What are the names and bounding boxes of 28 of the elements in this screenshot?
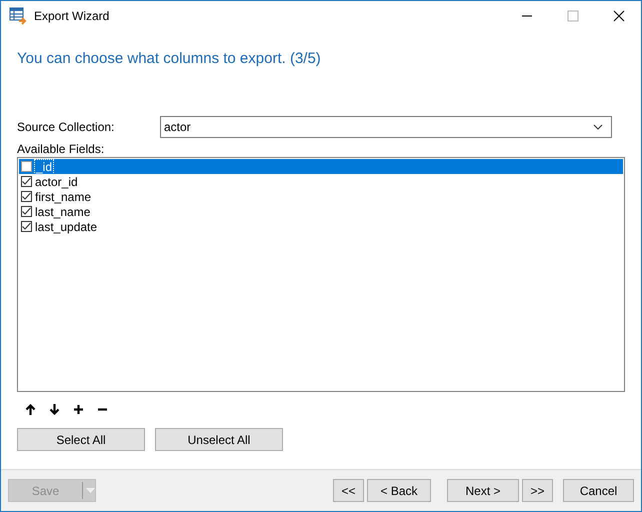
cancel-button[interactable]: Cancel xyxy=(563,479,634,502)
back-button[interactable]: < Back xyxy=(367,479,431,502)
step-heading: You can choose what columns to export. (3/5) xyxy=(17,50,322,69)
fields-label: Available Fields: xyxy=(17,142,106,156)
checkbox[interactable] xyxy=(21,176,32,187)
field-item[interactable]: actor_id xyxy=(19,174,623,189)
checkbox[interactable] xyxy=(21,221,32,232)
source-label: Source Collection: xyxy=(17,120,116,134)
first-button[interactable]: << xyxy=(333,479,364,502)
checkbox[interactable] xyxy=(21,191,32,202)
field-item[interactable]: _id xyxy=(19,159,623,174)
arrow-up-icon[interactable] xyxy=(25,404,36,415)
window-title: Export Wizard xyxy=(34,9,110,23)
table-icon xyxy=(9,7,27,25)
last-button[interactable]: >> xyxy=(522,479,553,502)
checkbox[interactable] xyxy=(21,206,32,217)
close-icon[interactable] xyxy=(613,10,625,22)
source-dropdown[interactable]: actor xyxy=(160,116,612,138)
chevron-icon xyxy=(593,124,603,130)
select-all-button[interactable]: Select All xyxy=(17,428,145,451)
checkbox[interactable] xyxy=(21,161,32,172)
arrow-down-icon[interactable] xyxy=(49,404,60,415)
plus-icon[interactable] xyxy=(73,404,84,415)
next-button[interactable]: Next > xyxy=(447,479,519,502)
unselect-all-button[interactable]: Unselect All xyxy=(155,428,283,451)
field-item[interactable]: last_update xyxy=(19,219,623,234)
field-item[interactable]: first_name xyxy=(19,189,623,204)
field-item[interactable]: last_name xyxy=(19,204,623,219)
